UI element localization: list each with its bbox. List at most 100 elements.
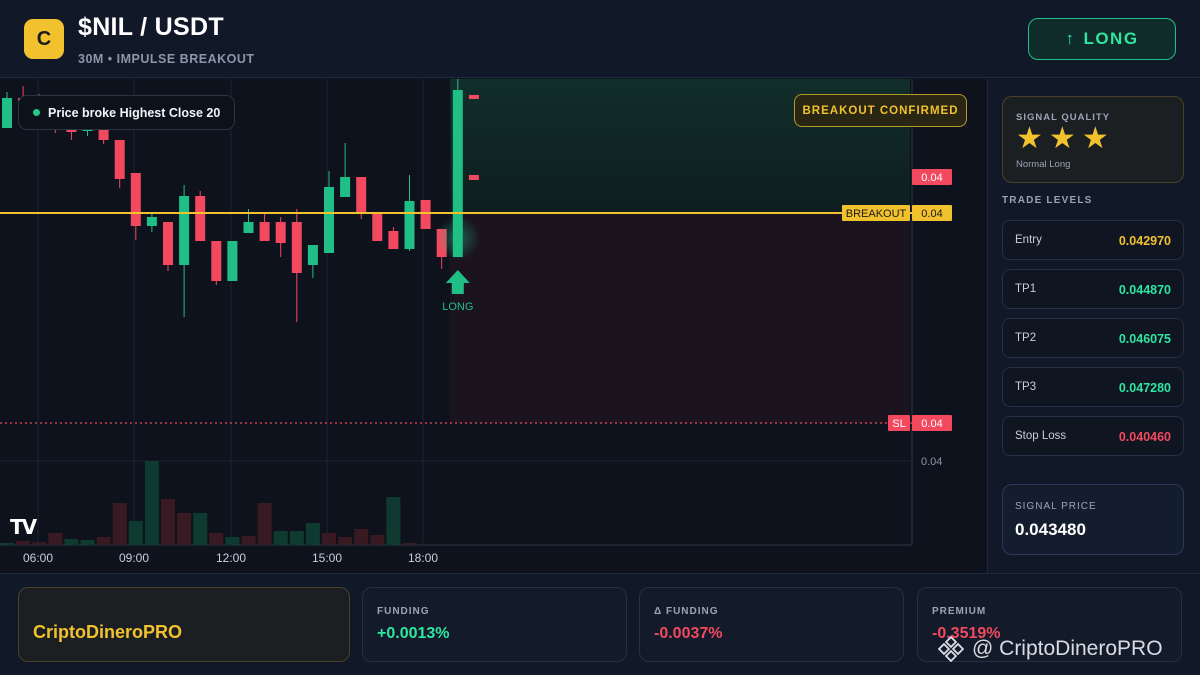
stat-card-funding: FUNDING +0.0013% <box>362 587 627 662</box>
level-name: TP2 <box>1015 332 1037 344</box>
volume-bar <box>338 537 353 545</box>
star-icon: ★ <box>1048 122 1076 155</box>
signal-price-value: 0.043480 <box>1015 520 1086 539</box>
brand-card: CriptoDineroPRO <box>18 587 350 662</box>
candle-body <box>307 245 318 265</box>
volume-bar <box>80 540 95 545</box>
volume-bar <box>112 503 127 545</box>
stat-label: Δ FUNDING <box>654 606 719 617</box>
level-value: 0.046075 <box>1118 332 1171 346</box>
binance-logo-icon <box>938 636 964 662</box>
candle-body <box>146 217 157 226</box>
level-row-stop-loss: Stop Loss 0.040460 <box>1002 416 1184 456</box>
star-icon: ★ <box>1081 122 1109 155</box>
signal-price-card: SIGNAL PRICE 0.043480 <box>1002 484 1184 555</box>
volume-scale-label: 0.04 <box>921 456 942 468</box>
volume-bar <box>386 497 401 545</box>
candle-body <box>420 200 431 229</box>
level-value: 0.047280 <box>1118 381 1171 395</box>
breakout-price-tag: 0.04 <box>921 208 942 220</box>
candle-body <box>98 129 109 140</box>
stat-card-delta-funding: Δ FUNDING -0.0037% <box>639 587 904 662</box>
volume-bar <box>16 541 31 545</box>
level-row-tp1: TP1 0.044870 <box>1002 269 1184 309</box>
watermark-text: @ CriptoDineroPRO <box>972 637 1163 660</box>
volume-bar <box>48 533 63 545</box>
signal-price-label: SIGNAL PRICE <box>1015 501 1097 512</box>
volume-bar <box>289 531 304 545</box>
candle-body <box>130 173 141 226</box>
brand-name: CriptoDineroPRO <box>33 622 183 642</box>
timeframe-subtitle: 30M • IMPULSE BREAKOUT <box>78 52 255 66</box>
volume-bar <box>322 533 336 545</box>
volume-bar <box>354 529 369 545</box>
trade-levels-title: TRADE LEVELS <box>1002 195 1093 206</box>
volume-bar <box>128 521 143 545</box>
volume-bar <box>64 539 79 545</box>
volume-bar <box>177 513 192 545</box>
candle-body <box>259 222 270 241</box>
volume-bar <box>0 543 14 545</box>
time-axis-label: 15:00 <box>312 551 342 565</box>
candle-body <box>468 95 479 99</box>
signal-quality-card: SIGNAL QUALITY ★ ★ ★ Normal Long <box>1002 96 1184 183</box>
status-dot-icon <box>33 109 40 116</box>
candle-body <box>404 201 415 249</box>
candle-body <box>163 222 173 265</box>
coin-logo: C <box>24 19 64 59</box>
level-name: Entry <box>1015 234 1042 246</box>
binance-watermark: @ CriptoDineroPRO <box>938 636 1163 662</box>
signal-quality-type: Normal Long <box>1016 159 1071 170</box>
candle-body <box>356 177 367 213</box>
candlestick-chart[interactable]: LONG 0.04 06:00 09:00 12:00 15:00 18:00 0.04 BRE… <box>0 79 986 573</box>
candle-body <box>372 212 383 241</box>
stat-value: +0.0013% <box>377 625 450 642</box>
long-direction-button[interactable]: ↑ LONG <box>1028 18 1176 60</box>
sl-price-tag: 0.04 <box>921 418 942 430</box>
long-button-label: LONG <box>1083 29 1139 48</box>
candle-body <box>243 222 254 233</box>
breakout-confirmed-badge: BREAKOUT CONFIRMED <box>794 94 967 127</box>
breakout-label-tag: BREAKOUT <box>846 208 907 220</box>
current-price-tag: 0.04 <box>921 172 942 184</box>
stat-label: FUNDING <box>377 606 430 617</box>
level-row-tp3: TP3 0.047280 <box>1002 367 1184 407</box>
candle-body <box>227 241 238 281</box>
volume-bar <box>273 531 288 545</box>
level-name: Stop Loss <box>1015 430 1067 442</box>
volume-bar <box>241 536 256 545</box>
sl-label-tag: SL <box>892 418 905 430</box>
time-axis-label: 09:00 <box>119 551 149 565</box>
volume-bar <box>370 535 385 545</box>
candle-body <box>2 98 12 128</box>
pair-title: $NIL / USDT <box>78 13 224 41</box>
volume-bar <box>305 523 320 545</box>
signal-glow <box>435 216 480 260</box>
volume-bar <box>32 542 47 545</box>
breakout-note-chip: Price broke Highest Close 20 <box>18 95 236 130</box>
time-axis-label: 18:00 <box>408 551 438 565</box>
volume-bar <box>96 537 111 545</box>
stat-label: PREMIUM <box>932 606 987 617</box>
quality-stars: ★ ★ ★ <box>1016 124 1109 154</box>
level-row-tp2: TP2 0.046075 <box>1002 318 1184 358</box>
candle-body <box>179 196 190 265</box>
stop-loss-zone <box>450 213 910 423</box>
header-bar: C $NIL / USDT 30M • IMPULSE BREAKOUT ↑ L… <box>0 0 1200 78</box>
volume-bar <box>144 461 159 545</box>
candle-body <box>275 222 286 243</box>
current-price-marker <box>468 175 479 180</box>
long-signal-label: LONG <box>442 301 473 313</box>
tradingview-logo-icon: TV <box>10 515 37 539</box>
volume-bar <box>257 503 272 545</box>
volume-bar <box>225 537 240 545</box>
candle-body <box>195 196 206 241</box>
volume-bar <box>161 499 175 545</box>
candle-body <box>211 241 222 281</box>
level-value: 0.044870 <box>1118 283 1171 297</box>
candle-body <box>388 231 399 249</box>
time-axis-label: 12:00 <box>216 551 246 565</box>
candle-body <box>340 177 351 197</box>
level-name: TP3 <box>1015 381 1037 393</box>
chart-area[interactable]: LONG 0.04 06:00 09:00 12:00 15:00 18:00 0.04 BRE… <box>0 79 986 573</box>
